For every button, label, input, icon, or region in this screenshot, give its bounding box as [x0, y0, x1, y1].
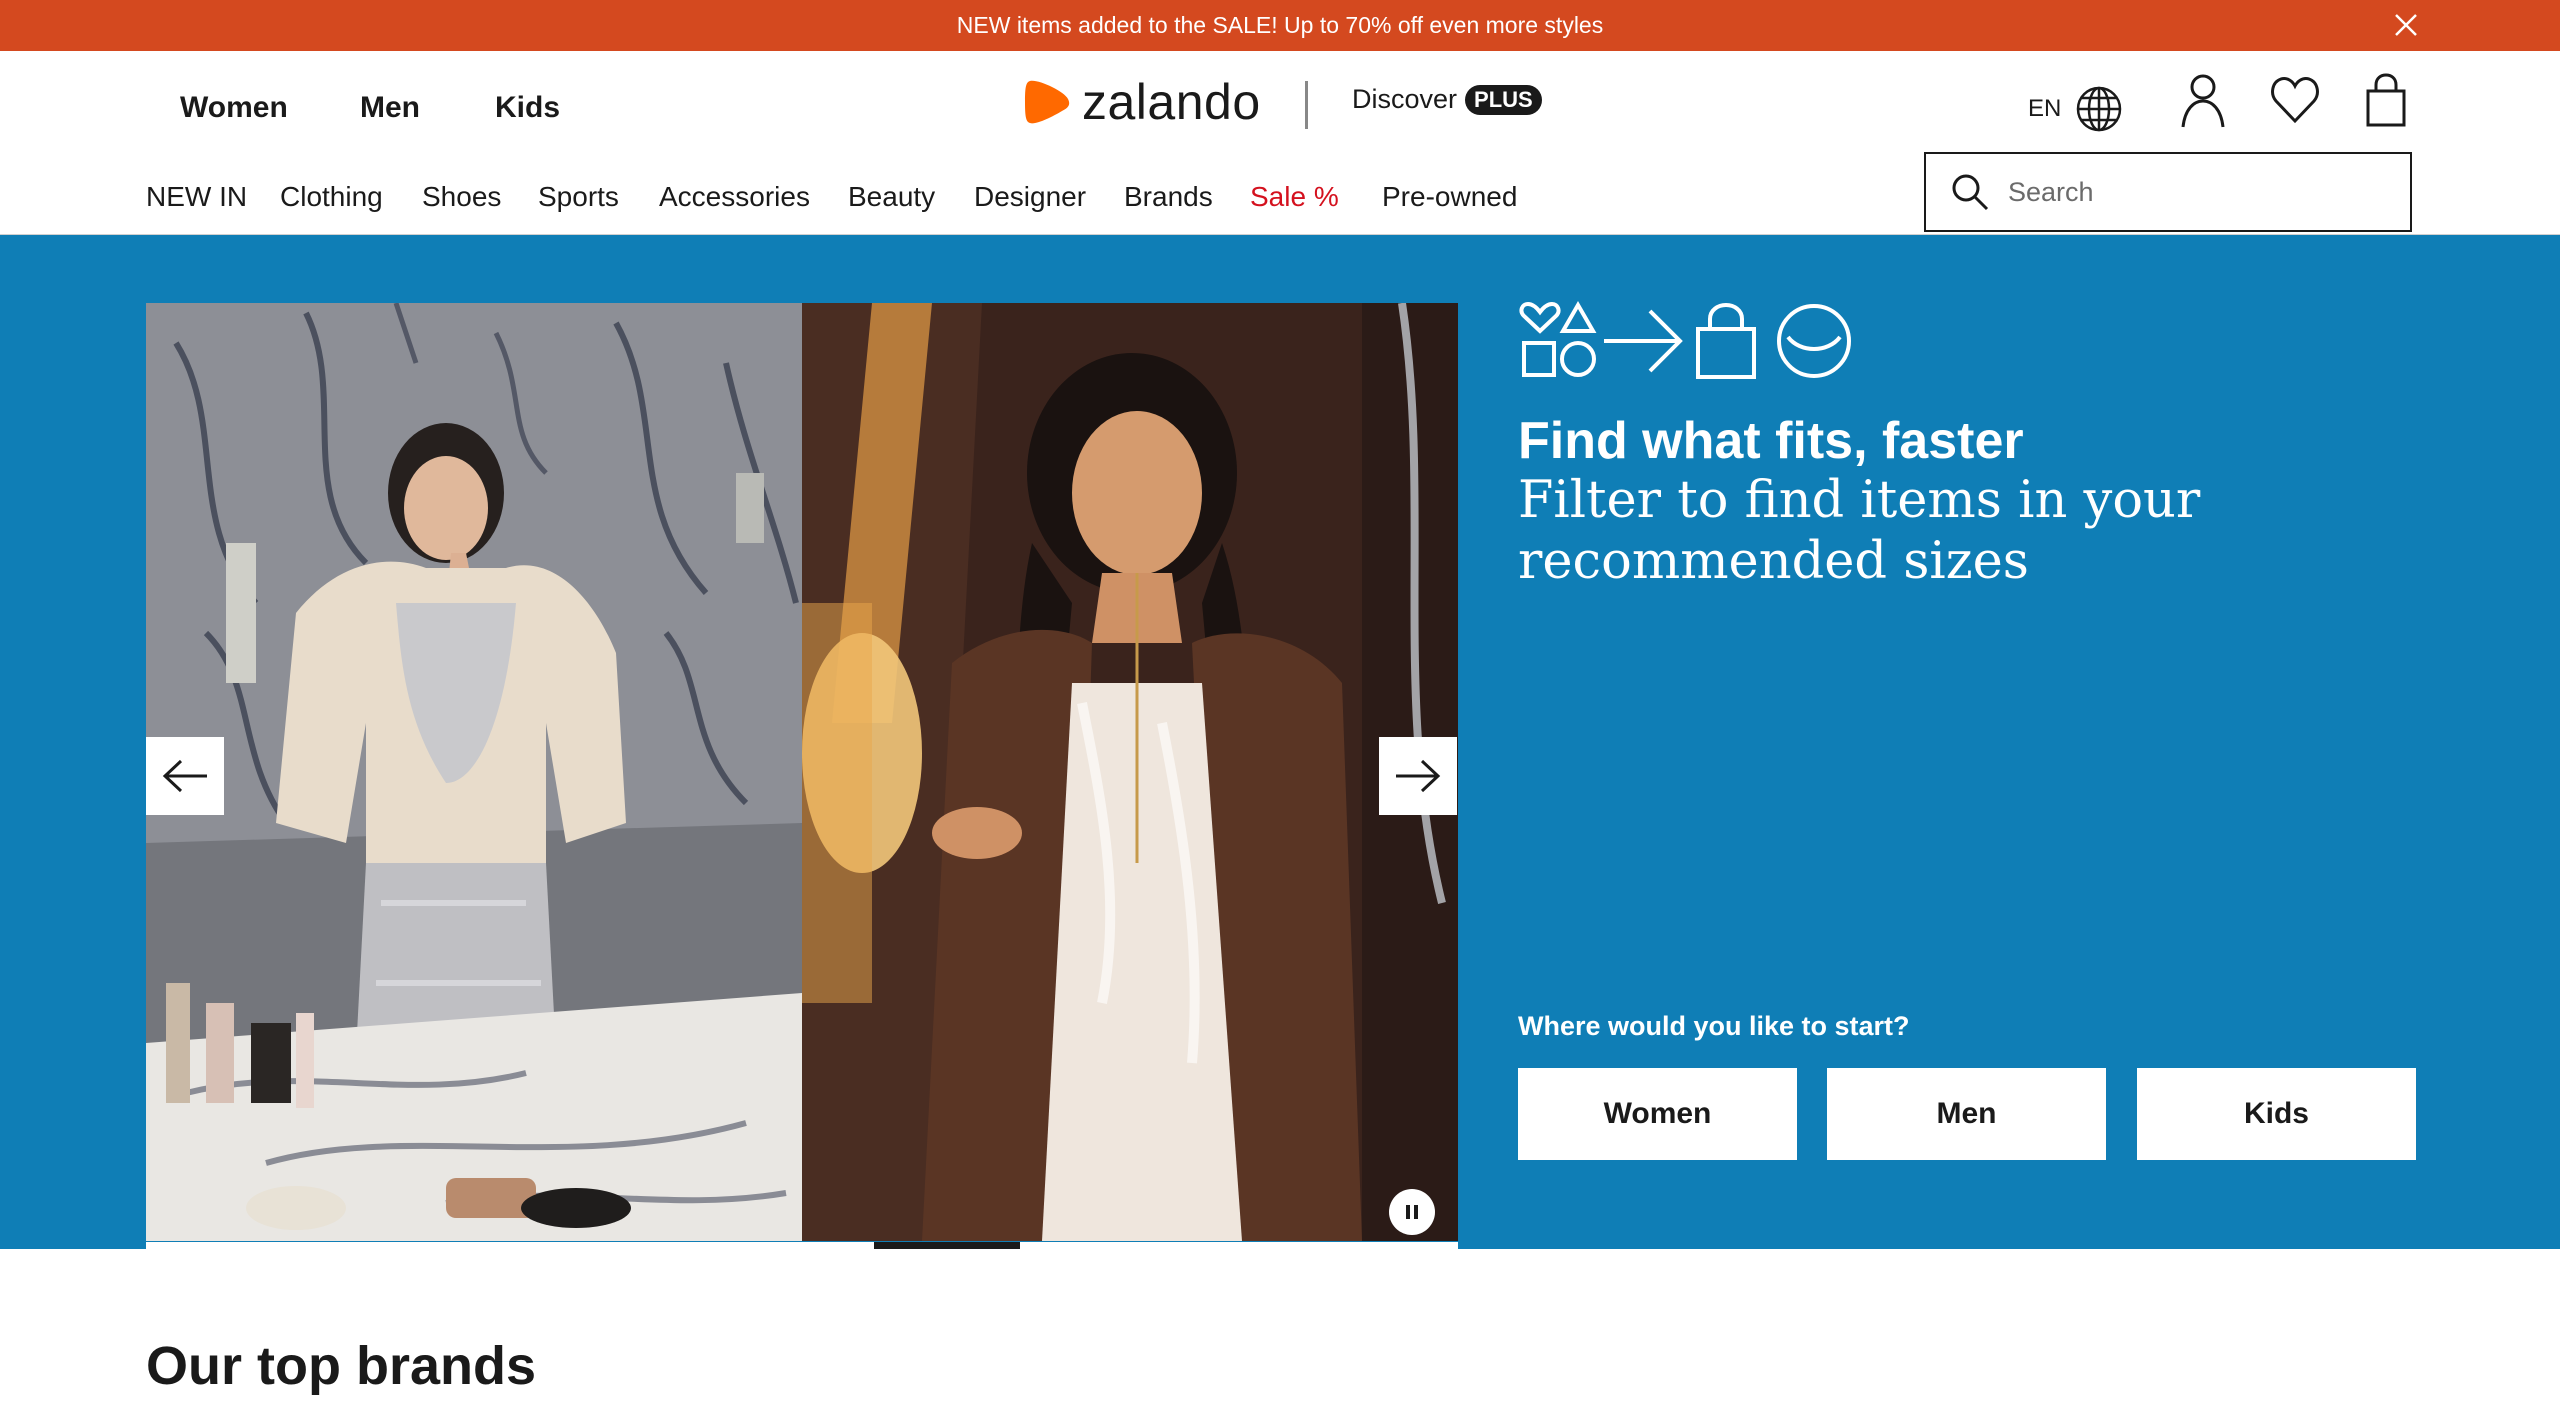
promo-text[interactable]: NEW items added to the SALE! Up to 70% o…: [957, 12, 1603, 39]
carousel-next-button[interactable]: [1379, 737, 1457, 815]
choice-men-button[interactable]: Men: [1827, 1068, 2106, 1160]
zalando-logo[interactable]: zalando: [1024, 73, 1261, 131]
choice-women-button[interactable]: Women: [1518, 1068, 1797, 1160]
nav-item-pre-owned[interactable]: Pre-owned: [1382, 181, 1517, 213]
carousel-progress-active: [874, 1242, 1020, 1249]
choice-kids-button[interactable]: Kids: [2137, 1068, 2416, 1160]
discover-label: Discover: [1352, 84, 1458, 114]
language-selector[interactable]: EN: [2028, 85, 2123, 133]
hero-section: Find what fits, faster Filter to find it…: [0, 235, 2560, 1249]
shapes-icon: [1519, 301, 1597, 377]
search-icon: [1952, 174, 1989, 211]
language-code: EN: [2028, 95, 2062, 122]
smile-icon: [1777, 304, 1851, 378]
arrow-right-icon: [1396, 759, 1441, 793]
nav-item-brands[interactable]: Brands: [1124, 181, 1213, 213]
hero-headline: Find what fits, faster: [1518, 412, 2024, 470]
arrow-left-icon: [162, 759, 207, 793]
top-brands-title: Our top brands: [146, 1336, 536, 1396]
close-icon[interactable]: [2388, 7, 2424, 43]
hero-image-right: [802, 303, 1458, 1241]
globe-icon: [2077, 86, 2122, 132]
pause-icon: [1406, 1205, 1418, 1219]
discover-plus-link[interactable]: Discover PLUS: [1352, 84, 1542, 115]
hero-question: Where would you like to start?: [1518, 1011, 1910, 1041]
bag-icon[interactable]: [2364, 73, 2408, 129]
hero-image-left: [146, 303, 802, 1241]
shopping-bag-icon: [1696, 302, 1756, 379]
gender-link-kids[interactable]: Kids: [495, 91, 560, 125]
nav-item-shoes[interactable]: Shoes: [422, 181, 501, 213]
gender-link-men[interactable]: Men: [360, 91, 420, 125]
account-icon[interactable]: [2180, 73, 2226, 129]
nav-item-designer[interactable]: Designer: [974, 181, 1086, 213]
nav-item-sports[interactable]: Sports: [538, 181, 619, 213]
plus-badge: PLUS: [1465, 84, 1542, 115]
search-box[interactable]: [1924, 152, 2412, 232]
carousel-progress: [146, 1242, 1458, 1249]
carousel-pause-button[interactable]: [1389, 1189, 1435, 1235]
header-divider: [1305, 81, 1308, 129]
carousel-prev-button[interactable]: [146, 737, 224, 815]
site-header: Women Men Kids zalando Discover PLUS EN: [0, 51, 2560, 235]
nav-item-accessories[interactable]: Accessories: [659, 181, 810, 213]
nav-item-new-in[interactable]: NEW IN: [146, 181, 247, 213]
hero-subline: Filter to find items in your recommended…: [1518, 471, 2201, 591]
nav-item-sale[interactable]: Sale %: [1250, 181, 1339, 213]
nav-item-beauty[interactable]: Beauty: [848, 181, 935, 213]
promo-banner[interactable]: NEW items added to the SALE! Up to 70% o…: [0, 0, 2560, 51]
zalando-logo-icon: [1025, 80, 1070, 124]
brand-name: zalando: [1082, 74, 1261, 130]
nav-item-clothing[interactable]: Clothing: [280, 181, 383, 213]
wishlist-icon[interactable]: [2270, 73, 2320, 129]
hero-icon-row: [1519, 301, 1851, 379]
arrow-right-icon: [1604, 309, 1683, 373]
gender-link-women[interactable]: Women: [180, 91, 288, 125]
search-input[interactable]: [2006, 175, 2370, 209]
